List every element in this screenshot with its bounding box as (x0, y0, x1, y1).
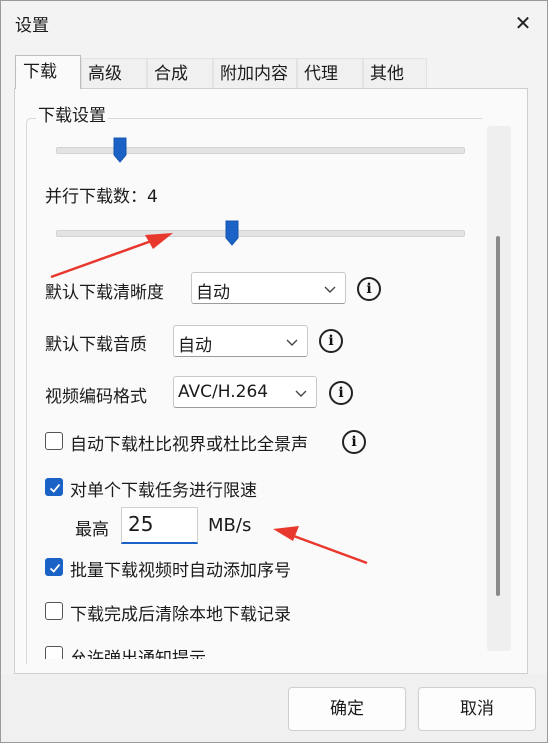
max-speed-unit: MB/s (208, 515, 252, 536)
tab-extras[interactable]: 附加内容 (213, 58, 297, 88)
close-icon[interactable]: ✕ (506, 6, 540, 40)
tab-proxy[interactable]: 代理 (297, 58, 363, 88)
clear-record-checkbox[interactable] (45, 602, 63, 620)
concurrent-label: 并行下载数：4 (45, 187, 158, 207)
info-icon[interactable]: i (329, 381, 353, 405)
dolby-checkbox[interactable] (45, 432, 63, 450)
notify-label: 允许弹出通知提示 (70, 649, 206, 659)
cancel-button[interactable]: 取消 (418, 687, 536, 731)
audio-label: 默认下载音质 (45, 335, 147, 355)
info-icon[interactable]: i (319, 329, 343, 353)
ok-button[interactable]: 确定 (288, 687, 406, 731)
annotation-arrow (273, 526, 368, 565)
settings-dialog: 设置 ✕ 高级 合成 附加内容 代理 其他 下载 下载设置 并行下载数：4 默认… (0, 0, 548, 743)
speed-limit-label: 对单个下载任务进行限速 (70, 481, 257, 501)
tab-label: 合成 (154, 64, 188, 84)
annotation-arrow (50, 233, 173, 279)
group-title: 下载设置 (36, 101, 108, 126)
tab-merge[interactable]: 合成 (147, 58, 213, 88)
tab-label: 高级 (88, 64, 122, 84)
tab-label: 附加内容 (220, 64, 288, 84)
speed-limit-checkbox[interactable] (45, 478, 63, 496)
auto-number-checkbox[interactable] (45, 558, 63, 576)
tab-advanced[interactable]: 高级 (81, 58, 147, 88)
tab-label: 其他 (370, 64, 404, 84)
concurrent-slider-thumb[interactable] (225, 220, 239, 246)
tab-label: 下载 (23, 62, 57, 82)
max-speed-label: 最高 (75, 520, 109, 540)
dolby-label: 自动下载杜比视界或杜比全景声 (70, 435, 308, 455)
partial-item: 允许弹出通知提示 (41, 641, 301, 659)
tab-other[interactable]: 其他 (363, 58, 427, 88)
chevron-down-icon (295, 390, 307, 397)
audio-select[interactable]: 自动 (173, 325, 308, 357)
quality-select[interactable]: 自动 (191, 272, 346, 304)
clear-record-label: 下载完成后清除本地下载记录 (70, 605, 291, 625)
codec-select[interactable]: AVC/H.264 (173, 376, 317, 408)
notify-checkbox[interactable] (45, 646, 63, 659)
audio-value: 自动 (178, 336, 212, 356)
codec-value: AVC/H.264 (178, 382, 269, 402)
codec-label: 视频编码格式 (45, 387, 147, 407)
chevron-down-icon (324, 286, 336, 293)
quality-value: 自动 (196, 283, 230, 303)
chevron-down-icon (286, 339, 298, 346)
info-icon[interactable]: i (357, 277, 381, 301)
window-title: 设置 (15, 16, 49, 36)
check-icon (49, 563, 61, 573)
max-speed-input[interactable]: 25 (121, 507, 198, 544)
tab-label: 代理 (304, 64, 338, 84)
slider-thumb[interactable] (113, 137, 127, 163)
auto-number-label: 批量下载视频时自动添加序号 (70, 561, 291, 581)
check-icon (49, 483, 61, 493)
scrollbar-thumb[interactable] (496, 236, 500, 596)
info-icon[interactable]: i (342, 430, 366, 454)
tab-download[interactable]: 下载 (15, 55, 81, 89)
title-bar: 设置 ✕ (1, 1, 547, 45)
